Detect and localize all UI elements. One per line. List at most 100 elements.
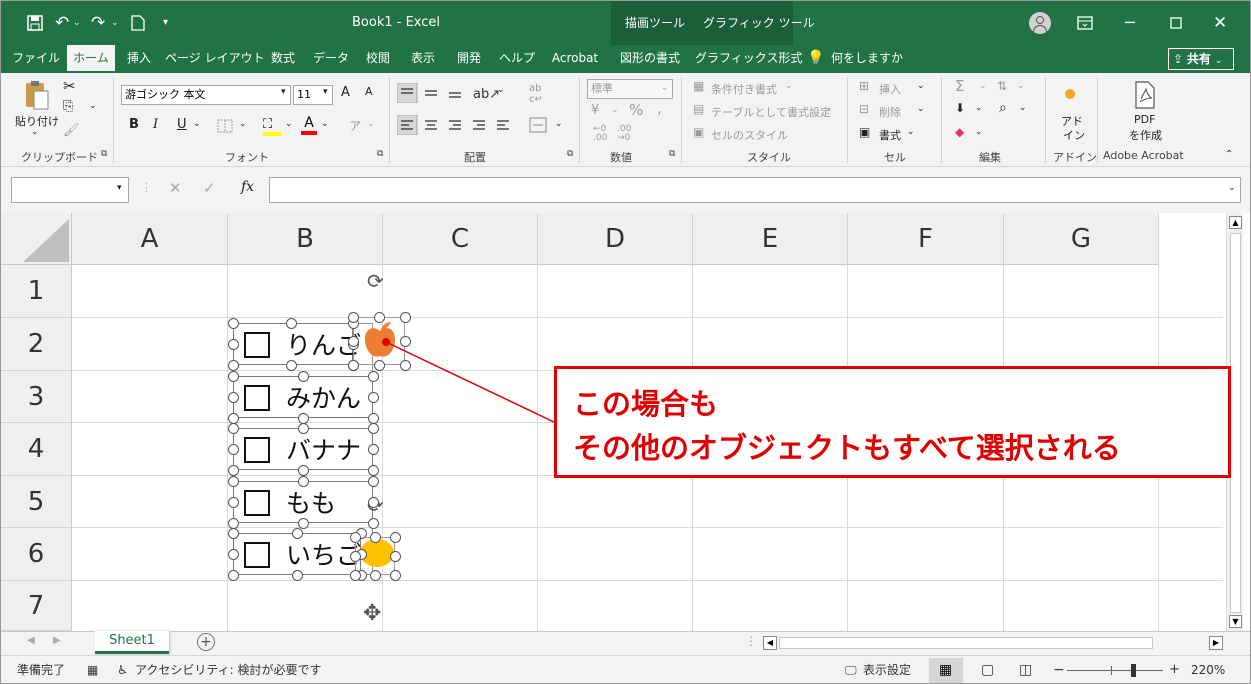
delete-cells-icon[interactable]: ⊟	[859, 102, 869, 116]
create-pdf-icon[interactable]	[1133, 81, 1157, 109]
number-format-dropdown-icon[interactable]: ⌄	[661, 83, 669, 93]
customize-qat-icon[interactable]: ▾	[163, 1, 168, 45]
number-launcher-icon[interactable]: ⧉	[669, 149, 675, 159]
close-icon[interactable]: ✕	[1213, 1, 1227, 45]
resize-handle[interactable]	[368, 392, 379, 403]
italic-button[interactable]: I	[153, 117, 158, 132]
resize-handle[interactable]	[228, 465, 239, 476]
accessibility-status[interactable]: アクセシビリティ: 検討が必要です	[135, 656, 322, 683]
format-cells-button[interactable]: 書式	[879, 127, 901, 143]
resize-handle[interactable]	[390, 532, 401, 543]
macro-record-icon[interactable]: ▦	[87, 656, 98, 683]
undo-icon[interactable]: ↶	[55, 1, 69, 45]
find-select-icon[interactable]: ⌕	[999, 100, 1007, 116]
display-settings-button[interactable]: 表示設定	[863, 656, 911, 683]
checkbox-control[interactable]: みかん	[233, 376, 373, 418]
checkbox-control[interactable]: もも	[233, 481, 373, 523]
row-header[interactable]: 3	[1, 371, 72, 423]
checkbox-control[interactable]: バナナ	[233, 428, 373, 470]
resize-handle[interactable]	[368, 465, 379, 476]
format-cells-icon[interactable]: ▣	[859, 125, 870, 139]
resize-handle[interactable]	[228, 497, 239, 508]
create-pdf-label-2[interactable]: を作成	[1129, 127, 1162, 143]
tell-me-search[interactable]: 何をしますか	[831, 45, 903, 73]
page-layout-view-icon[interactable]: ▢	[981, 656, 994, 683]
maximize-icon[interactable]	[1170, 17, 1182, 29]
confirm-entry-icon[interactable]: ✓	[203, 179, 216, 197]
sheet-tab-sheet1[interactable]: Sheet1	[95, 631, 169, 654]
resize-handle[interactable]	[286, 318, 297, 329]
resize-handle[interactable]	[228, 476, 239, 487]
phonetic-icon[interactable]: ア	[349, 117, 361, 134]
format-as-table-dropdown-icon[interactable]: ⌄	[825, 104, 833, 114]
merge-dropdown-icon[interactable]: ⌄	[555, 119, 563, 129]
formula-input[interactable]	[269, 177, 1241, 203]
tab-help[interactable]: ヘルプ	[497, 45, 537, 73]
tab-developer[interactable]: 開発	[451, 45, 487, 73]
insert-cells-button[interactable]: 挿入	[879, 81, 901, 97]
row-header[interactable]: 1	[1, 265, 72, 318]
display-settings-icon[interactable]: 🖵	[845, 656, 857, 683]
tab-file[interactable]: ファイル	[11, 45, 61, 73]
checkbox-square[interactable]	[244, 385, 270, 411]
sort-filter-dropdown-icon[interactable]: ⌄	[1017, 81, 1025, 91]
resize-handle[interactable]	[350, 551, 361, 562]
resize-handle[interactable]	[292, 570, 303, 581]
row-header[interactable]: 2	[1, 318, 72, 371]
create-pdf-label-1[interactable]: PDF	[1134, 113, 1155, 126]
resize-handle[interactable]	[368, 371, 379, 382]
cut-icon[interactable]: ✂	[63, 77, 76, 95]
tab-home[interactable]: ホーム	[67, 45, 115, 73]
autosum-icon[interactable]: Σ	[955, 77, 964, 95]
cell-styles-icon[interactable]: ▣	[693, 125, 704, 139]
resize-handle[interactable]	[228, 371, 239, 382]
name-box-dropdown-icon[interactable]: ▾	[117, 183, 122, 193]
copy-icon[interactable]: ⎘	[63, 99, 73, 114]
column-header[interactable]: D	[538, 213, 693, 265]
tab-graphics-format[interactable]: グラフィックス形式	[695, 45, 802, 73]
normal-view-button[interactable]: ▦	[929, 658, 963, 683]
clipboard-launcher-icon[interactable]: ⧉	[101, 149, 107, 159]
checkbox-square[interactable]	[244, 332, 270, 358]
account-avatar-icon[interactable]	[1029, 12, 1051, 34]
rotate-handle-icon[interactable]: ⟳	[367, 269, 384, 293]
resize-handle[interactable]	[298, 476, 309, 487]
collapse-ribbon-icon[interactable]: ⌃	[1225, 149, 1233, 160]
font-color-icon[interactable]: A	[301, 115, 317, 135]
checkbox-control[interactable]: いちご	[233, 533, 361, 575]
resize-handle[interactable]	[368, 497, 379, 508]
resize-handle[interactable]	[228, 423, 239, 434]
resize-handle[interactable]	[286, 360, 297, 371]
resize-handle[interactable]	[228, 318, 239, 329]
insert-function-button[interactable]: fx	[241, 179, 254, 195]
cell-styles-dropdown-icon[interactable]: ⌄	[779, 127, 787, 137]
column-header[interactable]: A	[72, 213, 228, 265]
resize-handle[interactable]	[228, 549, 239, 560]
new-sheet-icon[interactable]: +	[197, 633, 215, 651]
alignment-launcher-icon[interactable]: ⧉	[567, 149, 573, 159]
column-header[interactable]: B	[228, 213, 383, 265]
increase-decimal-icon[interactable]: ←0.00	[593, 125, 607, 143]
accessibility-icon[interactable]: ♿	[117, 656, 128, 683]
resize-handle[interactable]	[390, 570, 401, 581]
checkbox-square[interactable]	[244, 542, 270, 568]
tab-review[interactable]: 校閲	[361, 45, 395, 73]
tab-view[interactable]: 表示	[405, 45, 441, 73]
underline-dropdown-icon[interactable]: ⌄	[193, 119, 201, 129]
checkbox-square[interactable]	[244, 490, 270, 516]
orientation-dropdown-icon[interactable]: ⌄	[497, 85, 505, 95]
zoom-slider-thumb[interactable]	[1131, 664, 1136, 677]
resize-handle[interactable]	[350, 570, 361, 581]
conditional-format-dropdown-icon[interactable]: ⌄	[785, 81, 793, 91]
row-header[interactable]: 7	[1, 581, 72, 631]
ribbon-display-icon[interactable]	[1077, 16, 1093, 30]
resize-handle[interactable]	[368, 518, 379, 529]
tab-page-layout[interactable]: ページ レイアウト	[165, 45, 265, 73]
bold-button[interactable]: B	[129, 117, 139, 132]
resize-handle[interactable]	[228, 392, 239, 403]
delete-cells-dropdown-icon[interactable]: ⌄	[917, 104, 925, 114]
font-color-dropdown-icon[interactable]: ⌄	[321, 119, 329, 129]
horizontal-scroll-thumb[interactable]	[779, 637, 1153, 649]
scroll-down-icon[interactable]: ▼	[1229, 615, 1242, 628]
addins-icon[interactable]	[1065, 89, 1075, 99]
